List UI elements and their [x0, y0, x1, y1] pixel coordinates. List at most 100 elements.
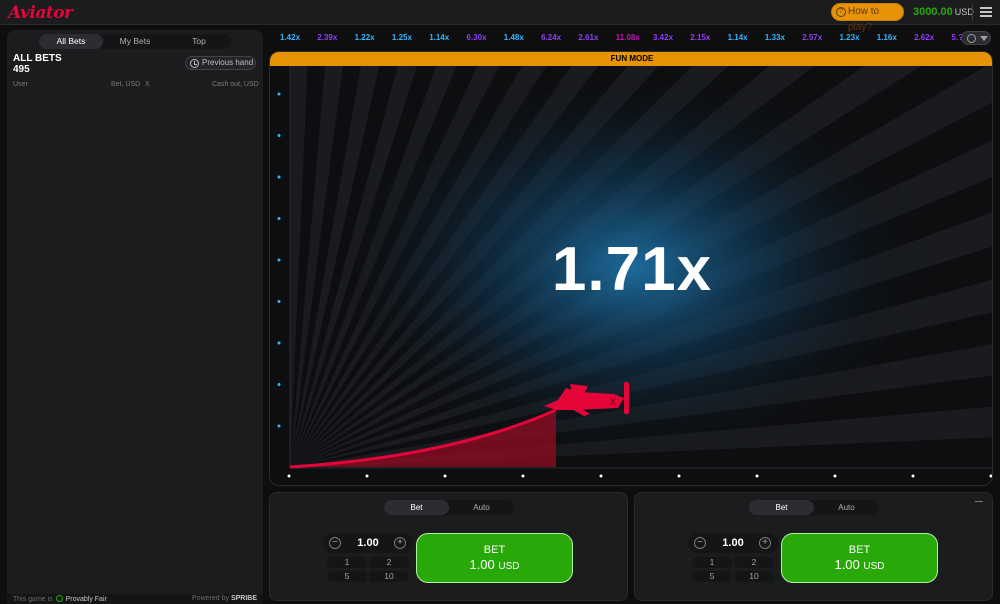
tab-top[interactable]: Top — [167, 34, 231, 49]
svg-text:X: X — [610, 397, 616, 407]
tab-auto[interactable]: Auto — [449, 500, 514, 515]
multiplier-history: 1.42x 2.39x 1.22x 1.25x 1.14x 6.30x 1.48x 6.24x… — [270, 28, 992, 48]
bet-button-label: BET — [848, 544, 871, 556]
x-axis-dot — [599, 474, 603, 478]
history-multiplier[interactable]: 1.33x — [765, 33, 785, 42]
history-multiplier[interactable]: 6.30x — [467, 33, 487, 42]
hamburger-menu-icon[interactable] — [980, 7, 992, 17]
powered-label: Powered by — [192, 595, 229, 602]
x-axis-dot — [911, 474, 915, 478]
x-axis-dot — [287, 474, 291, 478]
quick-amount-1[interactable]: 1 — [327, 557, 367, 568]
history-multiplier[interactable]: 1.48x — [504, 33, 524, 42]
history-multiplier[interactable]: 1.42x — [280, 33, 300, 42]
plus-icon[interactable]: + — [759, 537, 771, 549]
bet-button-label: BET — [483, 544, 506, 556]
history-multiplier[interactable]: 3.42x — [653, 33, 673, 42]
bets-panel: All Bets My Bets Top ALL BETS 495 Previo… — [7, 30, 263, 604]
column-user: User — [13, 81, 28, 88]
balance-currency: USD — [954, 7, 974, 17]
bet-button-amount: 1.00 USD — [417, 557, 572, 572]
history-multiplier[interactable]: 1.16x — [877, 33, 897, 42]
history-multiplier[interactable]: 1.14x — [728, 33, 748, 42]
how-to-play-button[interactable]: ? How to play? — [831, 3, 904, 33]
bet-panel-1: Bet Auto − 1.00 + 1 2 5 10 BET 1.00 USD — [269, 492, 628, 601]
bet-button-amount: 1.00 USD — [782, 557, 937, 572]
all-bets-summary: ALL BETS 495 — [13, 53, 62, 75]
bet-mode-tabs: Bet Auto — [384, 500, 514, 515]
x-axis-dot — [755, 474, 759, 478]
history-icon — [190, 59, 199, 68]
current-multiplier: 1.71x — [551, 235, 713, 304]
tab-all-bets[interactable]: All Bets — [39, 34, 103, 49]
stake-stepper: − 1.00 + — [688, 533, 778, 553]
history-multiplier[interactable]: 2.62x — [914, 33, 934, 42]
y-axis-dot — [277, 383, 281, 386]
provably-fair-label: Provably Fair — [65, 596, 107, 603]
stake-value[interactable]: 1.00 — [708, 537, 758, 549]
history-multiplier[interactable]: 2.15x — [690, 33, 710, 42]
history-multiplier[interactable]: 2.39x — [317, 33, 337, 42]
bet-mode-tabs: Bet Auto — [749, 500, 879, 515]
quick-amount-2[interactable]: 2 — [734, 557, 774, 568]
minus-icon[interactable]: − — [329, 537, 341, 549]
quick-amount-1[interactable]: 1 — [692, 557, 732, 568]
question-icon: ? — [836, 7, 846, 17]
stake-value[interactable]: 1.00 — [343, 537, 393, 549]
tab-my-bets[interactable]: My Bets — [103, 34, 167, 49]
y-axis-dot — [277, 217, 281, 220]
tab-bet[interactable]: Bet — [749, 500, 814, 515]
x-axis-dot — [989, 474, 992, 478]
top-bar: Aviator ? How to play? 3000.00 USD — [0, 0, 1000, 33]
plus-icon[interactable]: + — [394, 537, 406, 549]
history-multiplier[interactable]: 1.23x — [840, 33, 860, 42]
aviator-logo[interactable]: Aviator — [8, 3, 73, 23]
column-bet: Bet, USD — [111, 81, 141, 88]
provably-fair[interactable]: This game is Provably Fair — [13, 595, 107, 603]
fun-mode-banner: FUN MODE — [270, 52, 992, 66]
bet-button[interactable]: BET 1.00 USD — [416, 533, 573, 583]
bet-currency: USD — [498, 561, 520, 572]
quick-amount-10[interactable]: 10 — [369, 571, 409, 582]
footer-prefix: This game is — [13, 596, 53, 603]
x-axis-dots — [287, 474, 992, 478]
stake-control: − 1.00 + 1 2 5 10 — [688, 533, 778, 582]
column-x: X — [145, 81, 150, 88]
quick-amount-10[interactable]: 10 — [734, 571, 774, 582]
x-axis-dot — [677, 474, 681, 478]
tab-auto[interactable]: Auto — [814, 500, 879, 515]
tab-bet[interactable]: Bet — [384, 500, 449, 515]
quick-amount-2[interactable]: 2 — [369, 557, 409, 568]
quick-amount-5[interactable]: 5 — [327, 571, 367, 582]
y-axis-dot — [277, 341, 281, 345]
minus-icon[interactable]: − — [694, 537, 706, 549]
y-axis-dot — [277, 134, 281, 137]
spribe-logo: SPRIBE — [230, 595, 257, 602]
previous-hand-button[interactable]: Previous hand — [185, 56, 256, 70]
x-axis-dot — [833, 474, 837, 478]
x-axis-dot — [443, 474, 447, 478]
history-multiplier[interactable]: 11.08x — [616, 33, 640, 42]
y-axis-dot — [277, 175, 281, 179]
history-multiplier[interactable]: 1.25x — [392, 33, 412, 42]
quick-amount-5[interactable]: 5 — [692, 571, 732, 582]
history-multiplier[interactable]: 1.22x — [355, 33, 375, 42]
remove-panel-icon[interactable] — [975, 501, 983, 502]
history-multiplier[interactable]: 1.14x — [429, 33, 449, 42]
history-icon — [967, 34, 976, 43]
powered-by: Powered by SPRIBE — [192, 595, 257, 602]
history-dropdown-button[interactable] — [961, 31, 991, 45]
bet-amount: 1.00 — [469, 557, 495, 572]
stake-control: − 1.00 + 1 2 5 10 — [323, 533, 413, 582]
y-axis-dot — [277, 92, 281, 96]
bet-button[interactable]: BET 1.00 USD — [781, 533, 938, 583]
balance: 3000.00 USD — [913, 6, 974, 18]
column-cashout: Cash out, USD — [212, 81, 259, 88]
previous-hand-label: Previous hand — [202, 58, 254, 67]
history-multiplier[interactable]: 2.61x — [578, 33, 598, 42]
balance-amount: 3000.00 — [913, 6, 953, 18]
history-multiplier[interactable]: 2.57x — [802, 33, 822, 42]
bet-amount: 1.00 — [834, 557, 860, 572]
divider — [972, 4, 973, 21]
history-multiplier[interactable]: 6.24x — [541, 33, 561, 42]
